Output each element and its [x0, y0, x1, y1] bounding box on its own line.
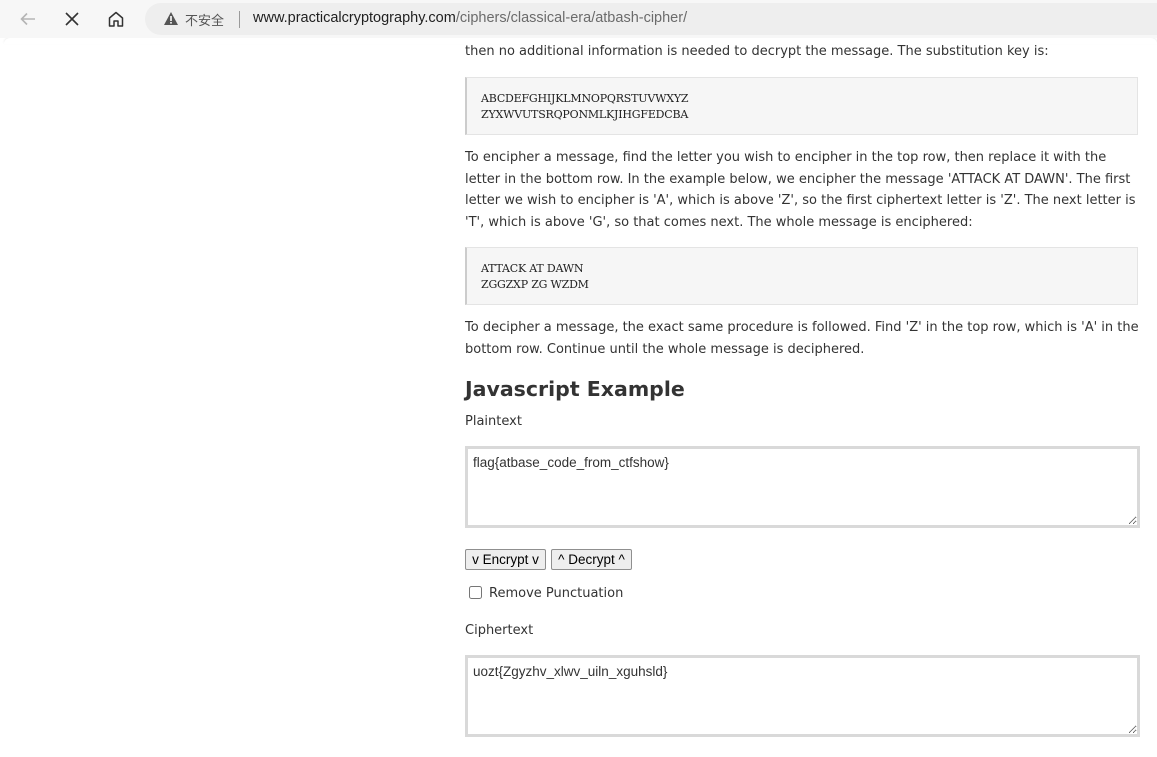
encrypt-button[interactable]: v Encrypt v — [465, 549, 546, 570]
browser-toolbar: 不安全 www.practicalcryptography.com/cipher… — [0, 0, 1157, 38]
page-viewport: then no additional information is needed… — [0, 38, 1157, 757]
remove-punctuation-label[interactable]: Remove Punctuation — [489, 586, 623, 601]
warning-icon — [164, 12, 178, 25]
remove-punctuation-row: Remove Punctuation — [469, 585, 623, 601]
address-divider — [239, 11, 240, 28]
remove-punctuation-checkbox[interactable] — [469, 586, 482, 599]
plaintext-label: Plaintext — [465, 414, 522, 429]
key-cipher-row: ZYXWVUTSRQPONMLKJIHGFEDCBA — [481, 108, 689, 121]
back-arrow-icon — [20, 12, 35, 26]
url-path: /ciphers/classical-era/atbash-cipher/ — [455, 10, 688, 26]
address-bar[interactable]: 不安全 www.practicalcryptography.com/cipher… — [145, 3, 1157, 35]
ciphertext-label: Ciphertext — [465, 623, 534, 638]
plaintext-input[interactable]: flag{atbase_code_from_ctfshow} — [465, 446, 1140, 528]
decipher-paragraph: To decipher a message, the exact same pr… — [465, 320, 1139, 357]
home-icon — [108, 11, 124, 27]
encipher-paragraph: To encipher a message, find the letter y… — [465, 150, 1136, 230]
intro-paragraph: then no additional information is needed… — [465, 44, 1049, 59]
url-text[interactable]: www.practicalcryptography.com/ciphers/cl… — [253, 10, 687, 26]
stop-icon — [65, 12, 79, 26]
example-plain-row: ATTACK AT DAWN — [481, 262, 584, 275]
ciphertext-output[interactable]: uozt{Zgyzhv_xlwv_uiln_xguhsld} — [465, 655, 1140, 737]
back-button[interactable] — [13, 4, 43, 34]
url-host: www.practicalcryptography.com — [253, 10, 456, 26]
substitution-key-block: ABCDEFGHIJKLMNOPQRSTUVWXYZ ZYXWVUTSRQPONM… — [465, 77, 1138, 135]
example-cipher-row: ZGGZXP ZG WZDM — [481, 278, 589, 291]
home-button[interactable] — [101, 4, 131, 34]
key-plain-row: ABCDEFGHIJKLMNOPQRSTUVWXYZ — [481, 92, 689, 105]
decrypt-button[interactable]: ^ Decrypt ^ — [551, 549, 632, 570]
stop-loading-button[interactable] — [57, 4, 87, 34]
javascript-example-heading: Javascript Example — [465, 377, 685, 401]
security-status-label[interactable]: 不安全 — [185, 10, 224, 29]
example-block: ATTACK AT DAWN ZGGZXP ZG WZDM — [465, 247, 1138, 305]
